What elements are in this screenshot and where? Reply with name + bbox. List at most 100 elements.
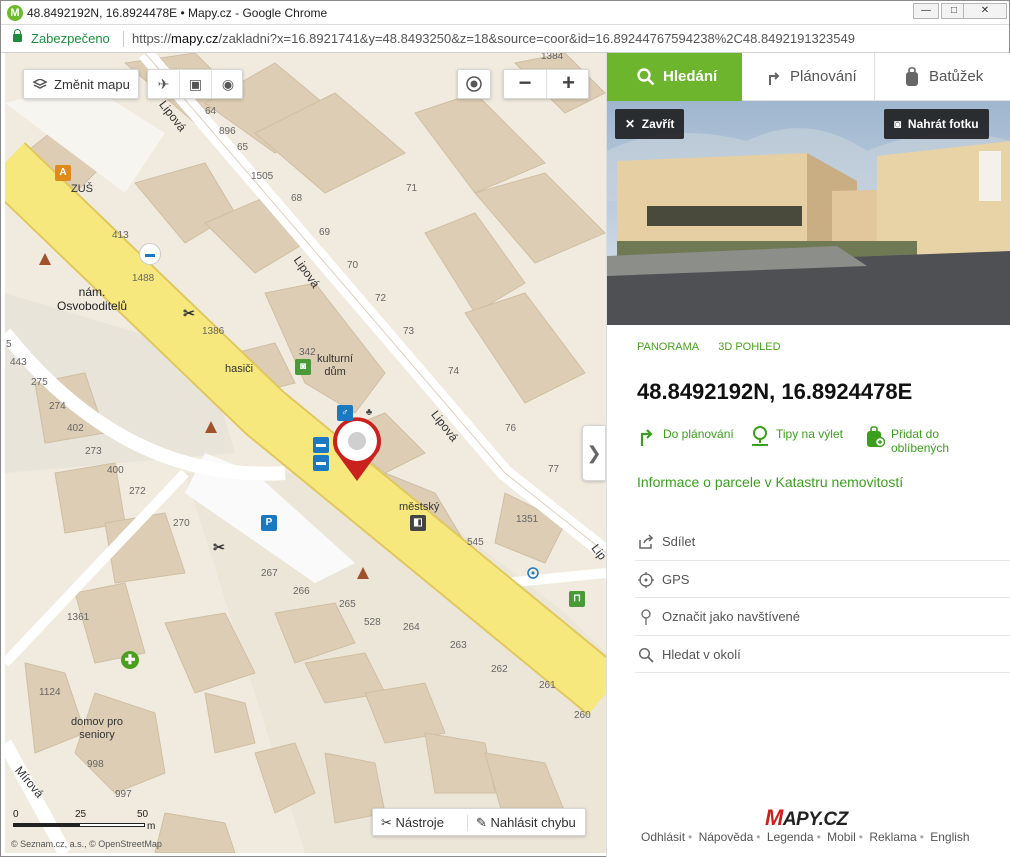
- panel-menu: Sdílet GPS Označit jako navštívené Hleda…: [635, 523, 1010, 673]
- tools-shop-icon[interactable]: ✂: [211, 539, 227, 555]
- house-number: 275: [31, 377, 48, 388]
- gps-item[interactable]: GPS: [635, 561, 1010, 598]
- mapy-logo[interactable]: MAPY.CZ: [765, 805, 848, 831]
- house-number: 443: [10, 357, 27, 368]
- mark-visited-item[interactable]: Označit jako navštívené: [635, 598, 1010, 636]
- change-map-button[interactable]: Změnit mapu: [23, 69, 139, 99]
- restaurant-icon[interactable]: ♣: [361, 405, 377, 421]
- url-rest: /zakladni?x=16.8921741&y=48.8493250&z=18…: [218, 31, 855, 46]
- title-bar: M 48.8492192N, 16.8924478E • Mapy.cz - G…: [1, 1, 1009, 25]
- route-arrow-icon: [640, 429, 653, 446]
- footer-english-link[interactable]: English: [930, 830, 969, 844]
- map-copyright[interactable]: © Seznam.cz, a.s., © OpenStreetMap: [11, 839, 162, 849]
- secure-label: Zabezpečeno: [31, 31, 110, 46]
- house-number: 1386: [202, 326, 225, 337]
- tab-backpack[interactable]: Batůžek: [875, 53, 1010, 101]
- panorama-photo[interactable]: ✕ Zavřít ◙ Nahrát fotku: [607, 101, 1010, 325]
- share-label: Sdílet: [662, 534, 696, 549]
- footer-logout-link[interactable]: Odhlásit: [641, 830, 685, 844]
- eye-icon[interactable]: ◉: [212, 70, 244, 98]
- search-nearby-label: Hledat v okolí: [662, 646, 741, 662]
- visited-pin-icon: [641, 609, 651, 625]
- search-icon: [637, 68, 655, 86]
- scale-bar-light: [79, 823, 145, 827]
- house-number: 266: [293, 586, 310, 597]
- parking-icon[interactable]: P: [261, 515, 277, 531]
- upload-photo-button[interactable]: ◙ Nahrát fotku: [884, 109, 989, 139]
- report-error-button[interactable]: ✎ Nahlásit chybu: [467, 815, 576, 831]
- report-error-label: Nahlásit chybu: [490, 815, 576, 830]
- change-map-label: Změnit mapu: [54, 77, 130, 92]
- airplane-icon[interactable]: ✈: [148, 70, 180, 98]
- url-text[interactable]: https://mapy.cz/zakladni?x=16.8921741&y=…: [132, 31, 855, 46]
- tab-planning-label: Plánování: [790, 68, 857, 85]
- house-number: 274: [49, 401, 66, 412]
- backpack-icon: [906, 67, 918, 87]
- house-number: 1124: [39, 687, 61, 698]
- zoom-out-button[interactable]: −: [504, 70, 547, 98]
- pin-icon: [752, 426, 768, 446]
- locate-me-button[interactable]: [457, 69, 491, 99]
- lock-icon: [13, 29, 22, 42]
- map-canvas[interactable]: Lipová Lipová Lipová Lip Mírová nám. Osv…: [5, 53, 606, 853]
- logo-m: M: [765, 805, 783, 830]
- house-number: 264: [403, 622, 420, 633]
- close-panorama-button[interactable]: ✕ Zavřít: [615, 109, 685, 139]
- panorama-link[interactable]: PANORAMA: [637, 341, 699, 353]
- house-number: 262: [491, 664, 508, 675]
- house-number: 402: [67, 423, 84, 434]
- share-item[interactable]: Sdílet: [635, 523, 1010, 561]
- panel-footer: Odhlásit • Nápověda • Legenda • Mobil • Rekl…: [641, 830, 970, 844]
- map-tools-bar: ✂ Nástroje ✎ Nahlásit chybu: [372, 808, 586, 836]
- toilets-icon[interactable]: ♂: [337, 405, 353, 421]
- address-bar[interactable]: Zabezpečeno https://mapy.cz/zakladni?x=1…: [1, 25, 1009, 53]
- tab-search[interactable]: Hledání: [607, 53, 742, 101]
- route-arrow-icon: [769, 72, 780, 86]
- house-number: 997: [115, 789, 132, 800]
- search-icon: [638, 647, 654, 663]
- hotel-icon[interactable]: ▬: [139, 243, 161, 265]
- footer-help-link[interactable]: Nápověda: [699, 830, 754, 844]
- footer-ads-link[interactable]: Reklama: [869, 830, 916, 844]
- school-icon[interactable]: A: [55, 165, 71, 181]
- pharmacy-icon[interactable]: ✚: [121, 651, 139, 669]
- bus-stop-icon[interactable]: ▬: [313, 437, 329, 453]
- house-number: 270: [173, 518, 190, 529]
- house-number: 71: [406, 183, 418, 194]
- house-number: 261: [539, 680, 556, 691]
- tab-planning[interactable]: Plánování: [742, 53, 875, 101]
- theatre-icon[interactable]: ◙: [295, 359, 311, 375]
- house-number: 1384: [541, 53, 564, 62]
- house-number: 70: [347, 260, 359, 271]
- tools-button[interactable]: ✂ Nástroje: [381, 815, 444, 831]
- minimize-button[interactable]: —: [913, 3, 939, 19]
- footer-legend-link[interactable]: Legenda: [767, 830, 814, 844]
- 3d-view-link[interactable]: 3D POHLED: [718, 341, 780, 353]
- share-icon: [639, 534, 654, 549]
- museum-icon[interactable]: ◧: [410, 515, 426, 531]
- cadastre-link[interactable]: Informace o parcele v Katastru nemovitos…: [637, 474, 903, 490]
- add-to-planning-label: Do plánování: [663, 427, 734, 441]
- target-icon: [466, 76, 482, 92]
- house-number: 528: [364, 617, 381, 628]
- house-number: 65: [237, 142, 249, 153]
- house-number: 69: [319, 227, 331, 238]
- browser-window: M 48.8492192N, 16.8924478E • Mapy.cz - G…: [0, 0, 1010, 857]
- house-number: 272: [129, 486, 146, 497]
- search-nearby-item[interactable]: Hledat v okolí: [635, 636, 1010, 673]
- zoom-in-button[interactable]: +: [547, 70, 590, 98]
- footer-mobile-link[interactable]: Mobil: [827, 830, 856, 844]
- place-label-zus: ZUŠ: [71, 183, 93, 195]
- playground-icon[interactable]: ⊓: [569, 591, 585, 607]
- collapse-panel-button[interactable]: ❯: [582, 425, 606, 481]
- cube-icon[interactable]: ▣: [180, 70, 212, 98]
- tools-shop-icon[interactable]: ✂: [181, 305, 197, 321]
- house-number: 68: [291, 193, 303, 204]
- backpack-plus-icon: [867, 426, 885, 448]
- scale-unit: m: [147, 821, 156, 832]
- close-window-button[interactable]: ✕: [963, 3, 1007, 19]
- house-number: 73: [403, 326, 415, 337]
- bus-stop-icon[interactable]: ▬: [313, 455, 329, 471]
- place-label-culture-house: kulturní dům: [317, 353, 354, 378]
- place-label-seniors-home: domov pro seniory: [71, 716, 123, 741]
